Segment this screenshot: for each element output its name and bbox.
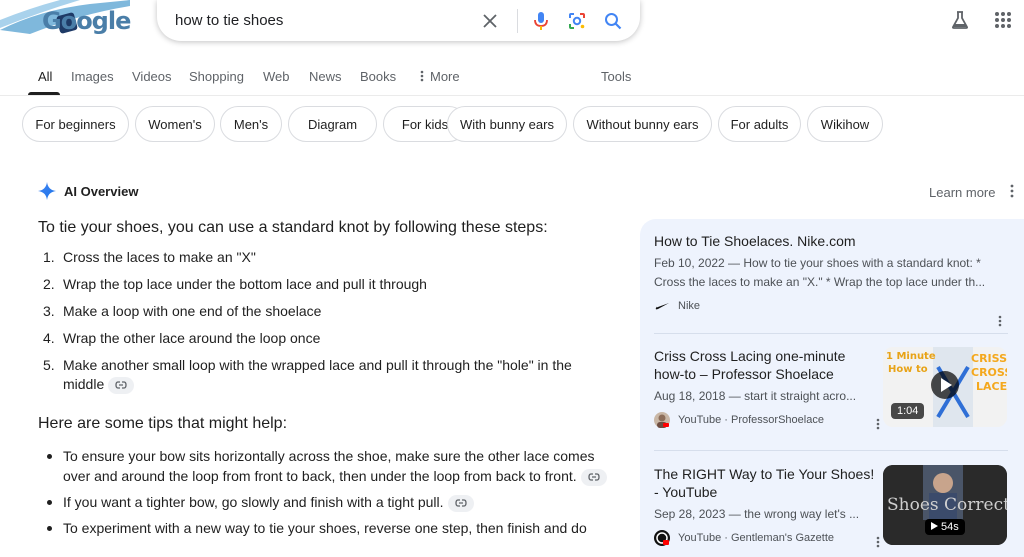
chip-for-adults[interactable]: For adults — [718, 106, 801, 142]
list-item: To experiment with a new way to tie your… — [38, 518, 608, 538]
tips-heading: Here are some tips that might help: — [38, 415, 288, 432]
more-options-icon[interactable] — [876, 535, 880, 553]
tab-news[interactable]: News — [309, 69, 342, 84]
sparkle-icon — [38, 182, 56, 200]
more-options-icon[interactable] — [876, 417, 880, 435]
ai-intro: To tie your shoes, you can use a standar… — [38, 219, 548, 236]
list-item: To ensure your bow sits horizontally acr… — [38, 446, 608, 486]
list-item: 4. Wrap the other lace around the loop on… — [43, 330, 321, 346]
play-icon — [931, 522, 938, 530]
divider — [654, 450, 1008, 451]
sources-panel: How to Tie Shoelaces. Nike.com Feb 10, 2… — [640, 219, 1024, 557]
nike-swoosh-icon — [654, 298, 670, 314]
link-icon[interactable] — [447, 494, 474, 512]
chip-for-beginners[interactable]: For beginners — [22, 106, 129, 142]
source-name: YouTube · ProfessorShoelace — [678, 414, 824, 426]
chip-without-bunny-ears[interactable]: Without bunny ears — [573, 106, 712, 142]
list-item: 2. Wrap the top lace under the bottom lac… — [43, 276, 427, 292]
tab-more-label: More — [430, 69, 460, 84]
source-card[interactable]: Criss Cross Lacing one-minute how-to – P… — [654, 347, 1008, 430]
lens-icon[interactable] — [564, 8, 590, 34]
list-item: 5. Make another small loop with the wrapp… — [43, 357, 572, 394]
video-thumbnail[interactable]: 1 Minute How to CRISS CROSS LACE 1:04 — [883, 347, 1007, 427]
list-item: 3. Make a loop with one end of the shoela… — [43, 303, 322, 319]
video-thumbnail[interactable]: Shoes Correctly 54s — [883, 465, 1007, 545]
source-attribution: Nike — [654, 298, 1008, 314]
mic-icon[interactable] — [528, 8, 554, 34]
chip-diagram[interactable]: Diagram — [288, 106, 377, 142]
logo-text: Google — [42, 7, 131, 35]
more-options-icon[interactable] — [1010, 184, 1014, 203]
more-options-icon[interactable] — [998, 314, 1002, 332]
more-vert-icon — [420, 70, 424, 82]
header: Google how to tie shoes — [0, 0, 1024, 58]
tab-web[interactable]: Web — [263, 69, 290, 84]
apps-grid-icon[interactable] — [994, 11, 1012, 34]
chip-mens[interactable]: Men's — [220, 106, 282, 142]
source-name: Nike — [678, 300, 701, 312]
tab-all[interactable]: All — [38, 69, 52, 84]
search-divider — [517, 9, 518, 33]
svg-text:CRISS: CRISS — [971, 352, 1007, 365]
source-title[interactable]: Criss Cross Lacing one-minute how-to – P… — [654, 347, 864, 383]
chip-womens[interactable]: Women's — [135, 106, 215, 142]
clear-icon[interactable] — [477, 8, 503, 34]
google-logo[interactable]: Google — [0, 0, 140, 40]
source-snippet: Aug 18, 2018 — start it straight acro... — [654, 389, 857, 403]
video-duration: 54s — [925, 519, 965, 535]
search-tabs: All Images Videos Shopping Web News Book… — [0, 58, 1024, 96]
svg-text:LACE: LACE — [976, 380, 1007, 393]
steps-list: 1. Cross the laces to make an "X" 2. Wrap … — [38, 248, 608, 402]
tab-images[interactable]: Images — [71, 69, 114, 84]
link-icon[interactable] — [580, 468, 607, 486]
tips-list: To ensure your bow sits horizontally acr… — [38, 446, 608, 544]
svg-text:Shoes Correctly: Shoes Correctly — [887, 495, 1007, 515]
learn-more-link[interactable]: Learn more — [929, 185, 995, 200]
source-card[interactable]: The RIGHT Way to Tie Your Shoes! - YouTu… — [654, 465, 1008, 548]
channel-avatar — [654, 530, 670, 546]
source-title[interactable]: How to Tie Shoelaces. Nike.com — [654, 232, 1008, 250]
ai-overview-title: AI Overview — [64, 183, 139, 199]
tab-videos[interactable]: Videos — [132, 69, 172, 84]
search-input[interactable]: how to tie shoes — [175, 12, 283, 29]
search-icon[interactable] — [600, 8, 626, 34]
source-snippet: Sep 28, 2023 — the wrong way let's ... — [654, 507, 860, 521]
svg-text:CROSS: CROSS — [971, 366, 1007, 379]
ai-overview-header: AI Overview — [38, 182, 138, 200]
active-tab-indicator — [28, 92, 60, 95]
source-name: YouTube · Gentleman's Gazette — [678, 532, 834, 544]
search-box[interactable]: how to tie shoes — [157, 0, 640, 41]
list-item: If you want a tighter bow, go slowly and… — [38, 492, 608, 512]
svg-text:How to: How to — [888, 364, 928, 375]
chip-wikihow[interactable]: Wikihow — [807, 106, 883, 142]
tab-shopping[interactable]: Shopping — [189, 69, 244, 84]
video-duration: 1:04 — [891, 403, 925, 419]
svg-text:1 Minute: 1 Minute — [886, 351, 936, 362]
channel-avatar — [654, 412, 670, 428]
tab-tools[interactable]: Tools — [601, 69, 631, 84]
chip-with-bunny-ears[interactable]: With bunny ears — [447, 106, 567, 142]
tab-more[interactable]: More — [420, 69, 460, 84]
source-card[interactable]: How to Tie Shoelaces. Nike.com Feb 10, 2… — [654, 232, 1008, 327]
list-item: 1. Cross the laces to make an "X" — [43, 249, 256, 265]
tab-books[interactable]: Books — [360, 69, 396, 84]
source-snippet: Feb 10, 2022 — How to tie your shoes wit… — [654, 256, 986, 289]
link-icon[interactable] — [108, 376, 135, 394]
labs-flask-icon[interactable] — [950, 10, 970, 35]
source-title[interactable]: The RIGHT Way to Tie Your Shoes! - YouTu… — [654, 465, 876, 501]
divider — [654, 333, 1008, 334]
